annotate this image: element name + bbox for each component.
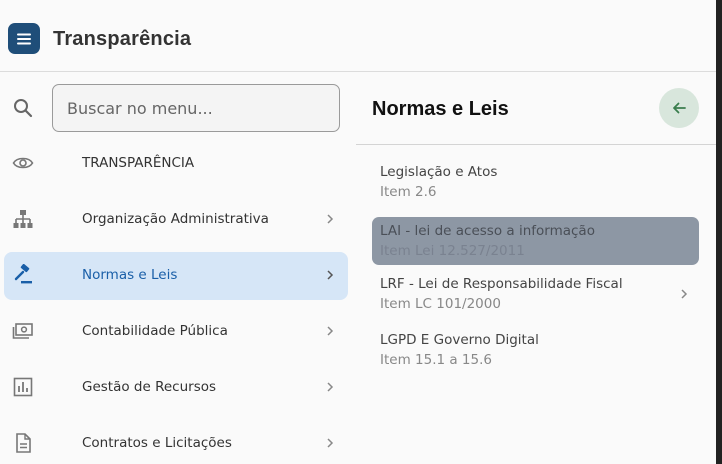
submenu-item-lgpd[interactable]: LGPD E Governo Digital Item 15.1 a 15.6 — [372, 326, 699, 374]
submenu-panel: Normas e Leis Legislação e Atos Item 2.6… — [356, 72, 716, 464]
submenu-item-detail: Item 15.1 a 15.6 — [380, 352, 492, 368]
nav-item-label: Gestão de Recursos — [82, 379, 217, 395]
submenu-item-label: LGPD E Governo Digital — [380, 332, 539, 348]
search-input[interactable] — [53, 85, 339, 131]
chevron-right-icon — [327, 326, 334, 336]
search-icon — [14, 99, 33, 118]
chevron-right-icon — [327, 214, 334, 224]
chevron-right-icon — [327, 270, 334, 280]
money-icon — [12, 323, 33, 339]
submenu-item-detail: Item LC 101/2000 — [380, 296, 501, 312]
app-title: Transparência — [53, 28, 192, 50]
submenu-item-label: Legislação e Atos — [380, 164, 498, 180]
nav-item-transparencia[interactable]: TRANSPARÊNCIA — [4, 140, 348, 188]
chevron-right-icon — [681, 289, 688, 299]
nav-item-gestao-de-recursos[interactable]: Gestão de Recursos — [4, 364, 348, 412]
chevron-right-icon — [327, 438, 334, 448]
nav-item-normas-e-leis[interactable]: Normas e Leis — [4, 252, 348, 300]
submenu-divider — [356, 144, 716, 145]
org-chart-icon — [13, 210, 33, 228]
chevron-right-icon — [327, 382, 334, 392]
nav-item-label: TRANSPARÊNCIA — [82, 155, 195, 171]
submenu-title: Normas e Leis — [372, 98, 509, 120]
app-header: Transparência — [0, 0, 716, 72]
submenu-item-detail: Item Lei 12.527/2011 — [380, 243, 525, 259]
submenu-item-legislacao-e-atos[interactable]: Legislação e Atos Item 2.6 — [372, 158, 699, 206]
nav-item-contabilidade-publica[interactable]: Contabilidade Pública — [4, 308, 348, 356]
bar-chart-icon — [13, 377, 33, 397]
nav-item-label: Organização Administrativa — [82, 211, 269, 227]
document-icon — [16, 433, 31, 453]
back-button[interactable] — [659, 88, 699, 128]
nav-item-label: Contratos e Licitações — [82, 435, 232, 451]
submenu-item-detail: Item 2.6 — [380, 184, 437, 200]
gavel-icon — [14, 264, 32, 284]
eye-icon — [12, 157, 34, 169]
submenu-item-lai[interactable]: LAI - lei de acesso a informação Item Le… — [372, 217, 699, 265]
nav-item-label: Normas e Leis — [82, 267, 178, 283]
nav-item-organizacao-administrativa[interactable]: Organização Administrativa — [4, 196, 348, 244]
hamburger-menu-icon — [17, 33, 31, 44]
submenu-item-lrf[interactable]: LRF - Lei de Responsabilidade Fiscal Ite… — [372, 270, 699, 318]
hamburger-menu-button[interactable] — [8, 23, 40, 54]
nav-item-label: Contabilidade Pública — [82, 323, 228, 339]
submenu-item-label: LRF - Lei de Responsabilidade Fiscal — [380, 276, 623, 292]
search-field[interactable] — [52, 84, 340, 132]
arrow-left-icon — [673, 102, 686, 114]
submenu-item-label: LAI - lei de acesso a informação — [380, 223, 595, 239]
main-menu-panel: TRANSPARÊNCIA Organização Administrativa… — [0, 72, 356, 464]
window-edge — [716, 0, 722, 464]
nav-item-contratos-e-licitacoes[interactable]: Contratos e Licitações — [4, 420, 348, 464]
